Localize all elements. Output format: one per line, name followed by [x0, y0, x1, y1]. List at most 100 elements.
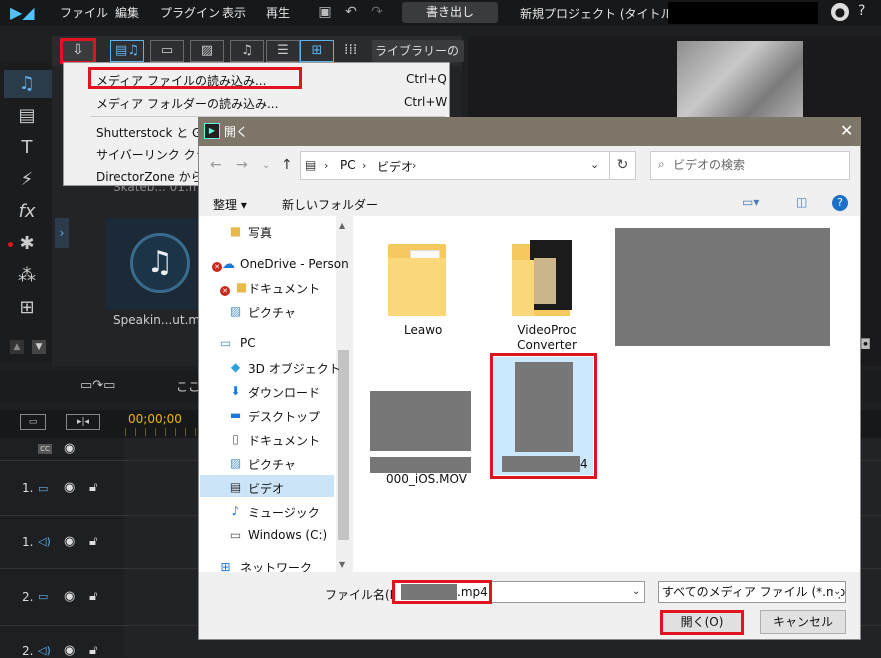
menu-directorzone[interactable]: DirectorZone から効: [96, 168, 215, 185]
nav-item-pictures[interactable]: ピクチャ: [248, 304, 296, 321]
forward-arrow-icon[interactable]: →: [236, 157, 248, 173]
preview-image: [677, 41, 803, 121]
up-arrow-icon[interactable]: ↑: [281, 157, 293, 173]
folder-videoproc[interactable]: [512, 236, 574, 316]
redacted-thumbnail[interactable]: [615, 228, 830, 346]
recent-chevron-icon[interactable]: ⌄: [262, 160, 270, 171]
nav-item-photos[interactable]: 写真: [248, 224, 272, 241]
chevron-down-icon[interactable]: ⌄: [632, 586, 640, 597]
nav-item-desktop[interactable]: デスクトップ: [248, 408, 320, 425]
view-options-icon[interactable]: ▭▾: [742, 195, 759, 209]
app-logo-icon: ▶: [204, 123, 220, 139]
video-room-icon[interactable]: ▤: [14, 104, 40, 128]
eye-icon[interactable]: ◉: [64, 643, 75, 658]
timecode: 00;00;00: [128, 412, 182, 426]
save-icon[interactable]: ▣: [316, 3, 334, 21]
scroll-down-icon[interactable]: ▼: [32, 340, 46, 354]
pc-icon: ▭: [219, 336, 232, 350]
eye-icon[interactable]: ◉: [64, 480, 75, 495]
lock-icon[interactable]: 🔓︎: [89, 589, 97, 604]
menu-import-media-folder[interactable]: メディア フォルダーの読み込み...: [96, 95, 278, 112]
nav-item-documents-pc[interactable]: ドキュメント: [248, 432, 320, 449]
organize-button[interactable]: 整理 ▾: [213, 196, 247, 213]
lock-icon[interactable]: 🔓︎: [89, 534, 97, 549]
lock-icon[interactable]: 🔓︎: [89, 480, 97, 495]
filter-film-icon[interactable]: ▭: [150, 40, 184, 62]
toolbar-label: ここ: [176, 380, 201, 394]
refresh-icon[interactable]: ↻: [609, 151, 636, 180]
scroll-down-icon[interactable]: ▼: [339, 560, 345, 569]
breadcrumb-item[interactable]: PC: [340, 158, 356, 172]
track-label: 2.: [22, 590, 34, 604]
back-arrow-icon[interactable]: ←: [210, 157, 222, 173]
nav-scroll-thumb[interactable]: [338, 350, 349, 540]
close-icon[interactable]: ✕: [840, 121, 853, 140]
more-options-icon[interactable]: ⁞⁞⁞: [344, 42, 357, 58]
preview-pane-icon[interactable]: ◫: [796, 195, 807, 209]
download-icon: ⬇: [230, 384, 241, 398]
file-type-select[interactable]: すべてのメディア ファイル (*.mpg;*.m: [658, 581, 846, 603]
dialog-search-input[interactable]: ビデオの検索: [650, 151, 850, 180]
title-room-icon[interactable]: T: [14, 136, 40, 160]
pip-room-icon[interactable]: ⊞: [14, 296, 40, 320]
particle-effect-icon[interactable]: ⁂: [14, 264, 40, 288]
track-manager-icon[interactable]: ▭: [20, 414, 46, 430]
transition-room-icon[interactable]: ⚡: [14, 168, 40, 192]
file-name[interactable]: Leawo: [404, 323, 442, 337]
menu-plugin[interactable]: プラグイン: [160, 4, 220, 21]
help-icon[interactable]: ?: [832, 195, 848, 211]
filter-audio-icon[interactable]: ♫: [230, 40, 264, 62]
eye-icon[interactable]: ◉: [64, 534, 75, 549]
undo-icon[interactable]: ↶: [342, 3, 360, 21]
fx-room-icon[interactable]: fx: [14, 200, 40, 224]
list-view-icon[interactable]: ☰: [266, 40, 300, 62]
snapshot-icon[interactable]: ◘: [860, 337, 871, 353]
help-icon[interactable]: ?: [858, 3, 865, 19]
new-folder-button[interactable]: 新しいフォルダー: [282, 196, 378, 213]
scroll-up-icon[interactable]: ▲: [339, 221, 345, 230]
fit-timeline-icon[interactable]: ▸|◂: [66, 414, 100, 430]
document-icon: ▯: [232, 432, 239, 446]
menu-import-media-file[interactable]: メディア ファイルの読み込み...: [96, 72, 266, 89]
nav-item-music[interactable]: ミュージック: [248, 504, 320, 521]
menu-view[interactable]: 表示: [222, 4, 246, 21]
menu-edit[interactable]: 編集: [115, 4, 139, 21]
import-media-button[interactable]: ⇩: [60, 38, 96, 64]
redacted-thumbnail[interactable]: [370, 391, 471, 451]
nav-item-videos[interactable]: ビデオ: [248, 480, 284, 497]
audio-track-icon: ◁): [38, 535, 51, 548]
filter-video-icon[interactable]: ▤♫: [110, 40, 144, 62]
breadcrumb-item[interactable]: ビデオ: [377, 158, 413, 175]
scroll-up-icon[interactable]: ▲: [10, 340, 24, 354]
nav-item-pictures-pc[interactable]: ピクチャ: [248, 456, 296, 473]
particle-room-icon[interactable]: ✱: [14, 232, 40, 256]
file-name[interactable]: VideoProc Converter: [516, 323, 578, 353]
export-button[interactable]: 書き出し: [402, 2, 498, 23]
cancel-button[interactable]: キャンセル: [760, 610, 846, 634]
timeline-tools-icon[interactable]: ▭↷▭: [80, 378, 115, 393]
lock-icon[interactable]: 🔓︎: [89, 643, 97, 658]
chevron-down-icon[interactable]: ⌄: [833, 586, 842, 597]
nav-item-onedrive[interactable]: OneDrive - Person: [240, 257, 349, 271]
eye-icon[interactable]: ◉: [64, 441, 75, 456]
file-name[interactable]: 000_iOS.MOV: [386, 472, 467, 486]
eye-icon[interactable]: ◉: [64, 589, 75, 604]
library-search[interactable]: ライブラリーの検索: [372, 40, 464, 80]
folder-leawo[interactable]: [388, 236, 446, 316]
chevron-down-icon[interactable]: ⌄: [590, 158, 599, 171]
expand-panel-icon[interactable]: ›: [55, 218, 69, 248]
nav-item-pc[interactable]: PC: [240, 336, 256, 350]
error-badge-icon: ✕: [212, 262, 222, 272]
nav-item-windows-c[interactable]: Windows (C:): [248, 528, 327, 542]
redo-icon[interactable]: ↷: [368, 3, 386, 21]
menu-file[interactable]: ファイル: [60, 4, 108, 21]
nav-item-downloads[interactable]: ダウンロード: [248, 384, 320, 401]
filter-image-icon[interactable]: ▨: [190, 40, 224, 62]
menu-play[interactable]: 再生: [266, 4, 290, 21]
account-icon[interactable]: ●: [831, 3, 849, 21]
nav-item-3d-objects[interactable]: 3D オブジェクト: [248, 360, 341, 377]
open-button[interactable]: 開く(O): [660, 610, 744, 635]
grid-view-icon[interactable]: ⊞: [300, 40, 334, 62]
media-room-icon[interactable]: ♫: [14, 72, 40, 96]
nav-item-documents[interactable]: ドキュメント: [248, 280, 320, 297]
